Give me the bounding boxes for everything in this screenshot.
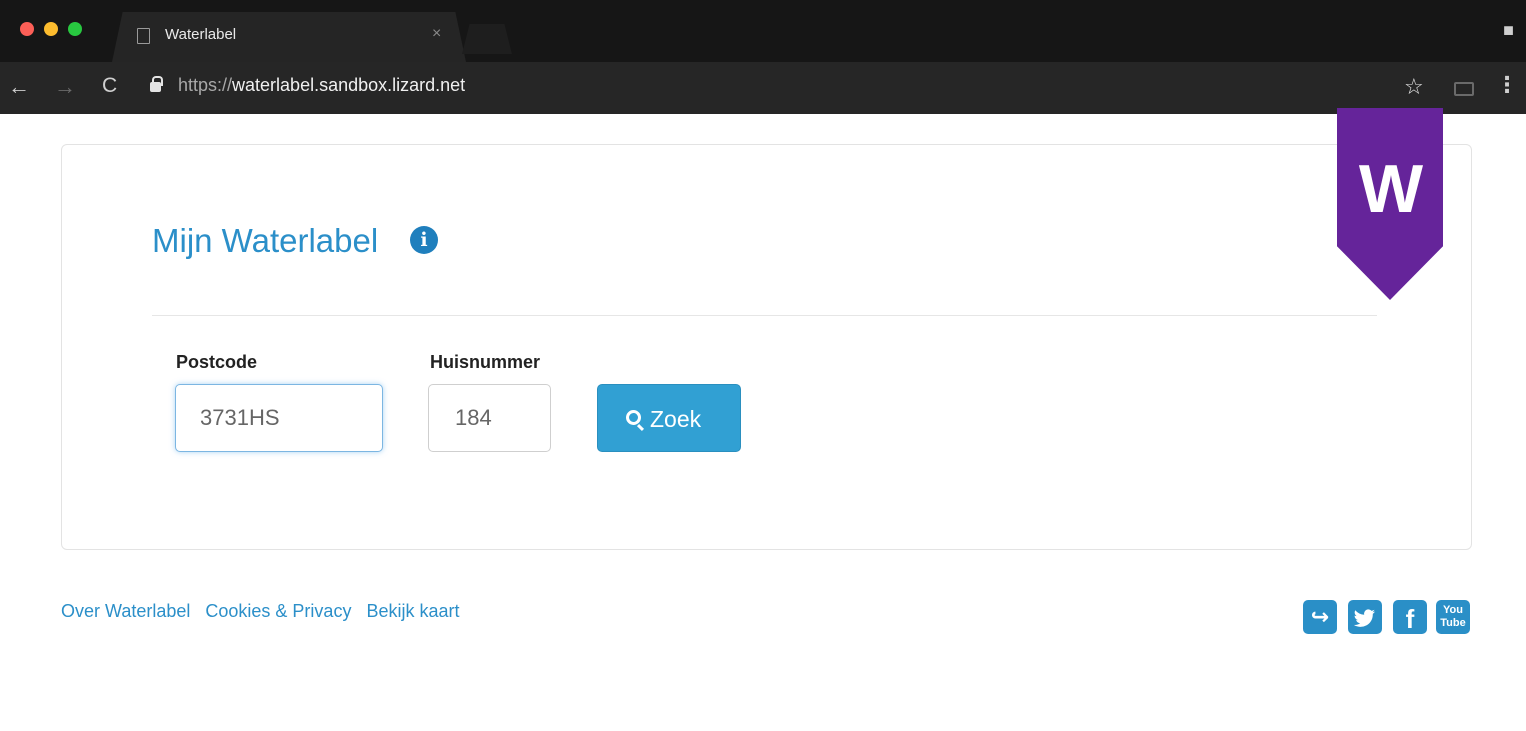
twitter-bird-icon: [1353, 609, 1375, 627]
facebook-icon[interactable]: f: [1393, 600, 1427, 634]
huisnummer-input[interactable]: [428, 384, 551, 452]
lock-icon: [150, 76, 163, 92]
incognito-icon: ■: [1503, 20, 1514, 40]
divider: [152, 315, 1377, 316]
url-protocol: https://: [178, 75, 233, 95]
footer-link-cookies-privacy[interactable]: Cookies & Privacy: [205, 601, 351, 621]
new-tab-button[interactable]: [462, 24, 512, 54]
tab-title: Waterlabel: [165, 26, 237, 43]
back-icon[interactable]: ←: [8, 74, 30, 100]
cast-icon[interactable]: [1454, 82, 1474, 96]
url-host: waterlabel.sandbox.lizard.net: [232, 75, 466, 95]
window-minimize-button[interactable]: [44, 22, 58, 36]
window-zoom-button[interactable]: [68, 22, 82, 36]
url-text[interactable]: https://waterlabel.sandbox.lizard.net: [178, 75, 465, 96]
twitter-icon[interactable]: [1348, 600, 1382, 634]
star-icon[interactable]: ☆: [1404, 74, 1424, 100]
menu-icon[interactable]: ⋮: [1496, 72, 1518, 98]
forward-icon[interactable]: →: [54, 74, 76, 100]
window-close-button[interactable]: [20, 22, 34, 36]
footer-link-over-waterlabel[interactable]: Over Waterlabel: [61, 601, 190, 621]
search-card: [61, 144, 1472, 550]
tab-close-icon[interactable]: ×: [432, 25, 441, 43]
postcode-label: Postcode: [176, 352, 258, 372]
page-title: Mijn Waterlabel: [152, 222, 379, 259]
huisnummer-label: Huisnummer: [430, 352, 541, 372]
search-button-label: Zoek: [650, 406, 702, 432]
page-icon: [137, 28, 150, 44]
share-icon[interactable]: ↪: [1303, 600, 1337, 634]
footer-links: Over Waterlabel Cookies & Privacy Bekijk…: [61, 601, 470, 622]
footer-link-bekijk-kaart[interactable]: Bekijk kaart: [366, 601, 459, 621]
info-icon[interactable]: i: [410, 226, 438, 254]
youtube-icon[interactable]: You Tube: [1436, 600, 1470, 634]
youtube-label-top: You: [1443, 604, 1463, 616]
reload-icon[interactable]: C: [102, 74, 117, 98]
search-button[interactable]: Zoek: [597, 384, 741, 452]
search-icon: [626, 410, 641, 425]
logo-letter: W: [1358, 151, 1423, 227]
postcode-input[interactable]: [175, 384, 383, 452]
youtube-label-bottom: Tube: [1440, 617, 1466, 629]
